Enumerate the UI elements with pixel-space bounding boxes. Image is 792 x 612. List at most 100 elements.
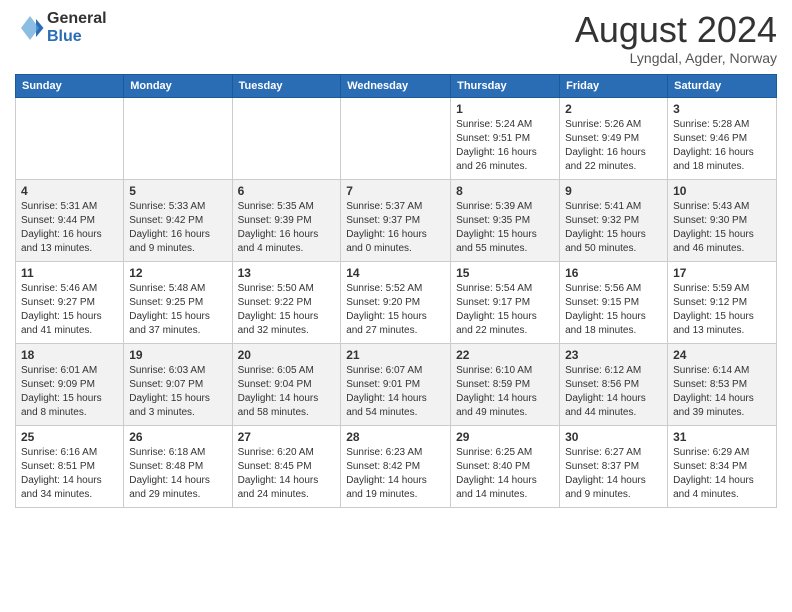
day-info: Sunrise: 6:25 AM Sunset: 8:40 PM Dayligh… xyxy=(456,446,554,502)
day-cell: 4Sunrise: 5:31 AM Sunset: 9:44 PM Daylig… xyxy=(16,179,124,261)
day-info: Sunrise: 5:41 AM Sunset: 9:32 PM Dayligh… xyxy=(565,200,662,256)
day-info: Sunrise: 6:03 AM Sunset: 9:07 PM Dayligh… xyxy=(129,364,226,420)
day-info: Sunrise: 5:52 AM Sunset: 9:20 PM Dayligh… xyxy=(346,282,445,338)
day-number: 3 xyxy=(673,102,771,116)
day-info: Sunrise: 5:48 AM Sunset: 9:25 PM Dayligh… xyxy=(129,282,226,338)
day-number: 8 xyxy=(456,184,554,198)
day-number: 16 xyxy=(565,266,662,280)
day-number: 22 xyxy=(456,348,554,362)
day-info: Sunrise: 5:28 AM Sunset: 9:46 PM Dayligh… xyxy=(673,118,771,174)
day-info: Sunrise: 6:16 AM Sunset: 8:51 PM Dayligh… xyxy=(21,446,118,502)
day-cell: 25 Sunrise: 6:16 AM Sunset: 8:51 PM Dayli… xyxy=(16,425,124,507)
day-cell: 19 Sunrise: 6:03 AM Sunset: 9:07 PM Dayli… xyxy=(124,343,232,425)
col-sunday: Sunday xyxy=(16,74,124,97)
day-number: 10 xyxy=(673,184,771,198)
day-info: Sunrise: 6:14 AM Sunset: 8:53 PM Dayligh… xyxy=(673,364,771,420)
day-cell xyxy=(16,97,124,179)
calendar-table: Sunday Monday Tuesday Wednesday Thursday… xyxy=(15,74,777,508)
day-cell: 8 Sunrise: 5:39 AM Sunset: 9:35 PM Daylig… xyxy=(451,179,560,261)
day-cell: 18Sunrise: 6:01 AM Sunset: 9:09 PM Dayli… xyxy=(16,343,124,425)
day-number: 2 xyxy=(565,102,662,116)
day-number: 25 xyxy=(21,430,118,444)
header-row: Sunday Monday Tuesday Wednesday Thursday… xyxy=(16,74,777,97)
day-cell xyxy=(124,97,232,179)
day-number: 1 xyxy=(456,102,554,116)
day-info: Sunrise: 5:39 AM Sunset: 9:35 PM Dayligh… xyxy=(456,200,554,256)
day-cell: 20 Sunrise: 6:05 AM Sunset: 9:04 PM Dayli… xyxy=(232,343,341,425)
day-info: Sunrise: 5:46 AM Sunset: 9:27 PM Dayligh… xyxy=(21,282,118,338)
logo-icon xyxy=(15,13,45,43)
day-info: Sunrise: 5:26 AM Sunset: 9:49 PM Dayligh… xyxy=(565,118,662,174)
day-cell xyxy=(341,97,451,179)
title-block: August 2024 Lyngdal, Agder, Norway xyxy=(575,10,777,66)
day-info: Sunrise: 6:05 AM Sunset: 9:04 PM Dayligh… xyxy=(238,364,336,420)
day-info: Sunrise: 5:31 AM Sunset: 9:44 PM Dayligh… xyxy=(21,200,118,256)
day-info: Sunrise: 6:29 AM Sunset: 8:34 PM Dayligh… xyxy=(673,446,771,502)
col-saturday: Saturday xyxy=(668,74,777,97)
col-friday: Friday xyxy=(560,74,668,97)
day-info: Sunrise: 6:18 AM Sunset: 8:48 PM Dayligh… xyxy=(129,446,226,502)
day-info: Sunrise: 6:07 AM Sunset: 9:01 PM Dayligh… xyxy=(346,364,445,420)
week-row-5: 25 Sunrise: 6:16 AM Sunset: 8:51 PM Dayli… xyxy=(16,425,777,507)
day-number: 23 xyxy=(565,348,662,362)
day-info: Sunrise: 6:20 AM Sunset: 8:45 PM Dayligh… xyxy=(238,446,336,502)
day-cell: 24 Sunrise: 6:14 AM Sunset: 8:53 PM Dayli… xyxy=(668,343,777,425)
day-cell: 7 Sunrise: 5:37 AM Sunset: 9:37 PM Daylig… xyxy=(341,179,451,261)
day-cell: 6 Sunrise: 5:35 AM Sunset: 9:39 PM Daylig… xyxy=(232,179,341,261)
location-subtitle: Lyngdal, Agder, Norway xyxy=(575,50,777,66)
day-number: 6 xyxy=(238,184,336,198)
day-cell: 29 Sunrise: 6:25 AM Sunset: 8:40 PM Dayli… xyxy=(451,425,560,507)
day-cell: 28 Sunrise: 6:23 AM Sunset: 8:42 PM Dayli… xyxy=(341,425,451,507)
day-number: 9 xyxy=(565,184,662,198)
day-info: Sunrise: 5:43 AM Sunset: 9:30 PM Dayligh… xyxy=(673,200,771,256)
day-info: Sunrise: 6:12 AM Sunset: 8:56 PM Dayligh… xyxy=(565,364,662,420)
logo-general-text: General xyxy=(47,10,107,28)
day-cell: 31 Sunrise: 6:29 AM Sunset: 8:34 PM Dayli… xyxy=(668,425,777,507)
logo: General Blue xyxy=(15,10,107,45)
day-number: 29 xyxy=(456,430,554,444)
day-cell: 17 Sunrise: 5:59 AM Sunset: 9:12 PM Dayli… xyxy=(668,261,777,343)
day-number: 31 xyxy=(673,430,771,444)
col-tuesday: Tuesday xyxy=(232,74,341,97)
page: General Blue August 2024 Lyngdal, Agder,… xyxy=(0,0,792,612)
day-info: Sunrise: 5:35 AM Sunset: 9:39 PM Dayligh… xyxy=(238,200,336,256)
day-cell: 13Sunrise: 5:50 AM Sunset: 9:22 PM Dayli… xyxy=(232,261,341,343)
day-cell: 10 Sunrise: 5:43 AM Sunset: 9:30 PM Dayli… xyxy=(668,179,777,261)
day-info: Sunrise: 5:24 AM Sunset: 9:51 PM Dayligh… xyxy=(456,118,554,174)
header: General Blue August 2024 Lyngdal, Agder,… xyxy=(15,10,777,66)
day-cell: 9 Sunrise: 5:41 AM Sunset: 9:32 PM Daylig… xyxy=(560,179,668,261)
day-number: 12 xyxy=(129,266,226,280)
day-number: 28 xyxy=(346,430,445,444)
col-wednesday: Wednesday xyxy=(341,74,451,97)
day-number: 19 xyxy=(129,348,226,362)
day-info: Sunrise: 5:33 AM Sunset: 9:42 PM Dayligh… xyxy=(129,200,226,256)
day-number: 7 xyxy=(346,184,445,198)
day-number: 5 xyxy=(129,184,226,198)
day-info: Sunrise: 6:01 AM Sunset: 9:09 PM Dayligh… xyxy=(21,364,118,420)
day-cell: 23 Sunrise: 6:12 AM Sunset: 8:56 PM Dayli… xyxy=(560,343,668,425)
day-cell: 27Sunrise: 6:20 AM Sunset: 8:45 PM Dayli… xyxy=(232,425,341,507)
col-thursday: Thursday xyxy=(451,74,560,97)
day-info: Sunrise: 6:23 AM Sunset: 8:42 PM Dayligh… xyxy=(346,446,445,502)
day-cell: 30 Sunrise: 6:27 AM Sunset: 8:37 PM Dayli… xyxy=(560,425,668,507)
day-number: 17 xyxy=(673,266,771,280)
day-info: Sunrise: 5:54 AM Sunset: 9:17 PM Dayligh… xyxy=(456,282,554,338)
day-info: Sunrise: 6:27 AM Sunset: 8:37 PM Dayligh… xyxy=(565,446,662,502)
day-info: Sunrise: 5:37 AM Sunset: 9:37 PM Dayligh… xyxy=(346,200,445,256)
day-cell: 3 Sunrise: 5:28 AM Sunset: 9:46 PM Daylig… xyxy=(668,97,777,179)
day-cell: 12 Sunrise: 5:48 AM Sunset: 9:25 PM Dayli… xyxy=(124,261,232,343)
day-cell: 11Sunrise: 5:46 AM Sunset: 9:27 PM Dayli… xyxy=(16,261,124,343)
day-number: 24 xyxy=(673,348,771,362)
day-cell: 1 Sunrise: 5:24 AM Sunset: 9:51 PM Daylig… xyxy=(451,97,560,179)
day-number: 30 xyxy=(565,430,662,444)
week-row-4: 18Sunrise: 6:01 AM Sunset: 9:09 PM Dayli… xyxy=(16,343,777,425)
week-row-3: 11Sunrise: 5:46 AM Sunset: 9:27 PM Dayli… xyxy=(16,261,777,343)
day-cell: 14Sunrise: 5:52 AM Sunset: 9:20 PM Dayli… xyxy=(341,261,451,343)
day-cell: 22 Sunrise: 6:10 AM Sunset: 8:59 PM Dayli… xyxy=(451,343,560,425)
day-cell xyxy=(232,97,341,179)
day-number: 20 xyxy=(238,348,336,362)
day-info: Sunrise: 5:59 AM Sunset: 9:12 PM Dayligh… xyxy=(673,282,771,338)
day-cell: 16Sunrise: 5:56 AM Sunset: 9:15 PM Dayli… xyxy=(560,261,668,343)
week-row-1: 1 Sunrise: 5:24 AM Sunset: 9:51 PM Daylig… xyxy=(16,97,777,179)
day-info: Sunrise: 6:10 AM Sunset: 8:59 PM Dayligh… xyxy=(456,364,554,420)
